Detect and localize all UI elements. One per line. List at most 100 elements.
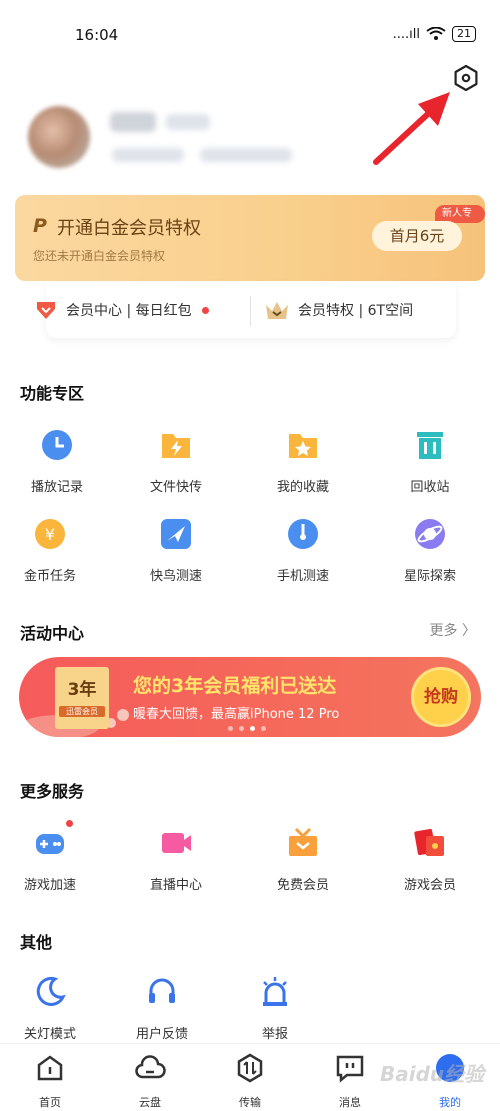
lightning-folder-icon <box>162 434 190 458</box>
signal-icon: ....ıll <box>392 26 420 42</box>
feature-label: 我的收藏 <box>276 480 329 495</box>
section-title-services: 更多服务 <box>20 782 85 801</box>
other-label: 用户反馈 <box>135 1027 188 1042</box>
crown-icon <box>266 302 288 319</box>
section-title-activity: 活动中心 <box>20 624 85 643</box>
feature-recycle-bin[interactable]: 回收站 <box>380 428 480 495</box>
other-dark-mode[interactable]: 关灯模式 <box>0 975 100 1042</box>
feature-label: 播放记录 <box>30 480 83 495</box>
headset-icon <box>149 978 175 1003</box>
home-icon <box>37 1055 63 1081</box>
service-game-vip[interactable]: 游戏会员 <box>380 826 480 893</box>
service-free-vip[interactable]: 免费会员 <box>253 826 353 893</box>
clock-icon <box>42 430 72 460</box>
feature-label: 快鸟测速 <box>149 569 202 584</box>
user-tag-blurred <box>166 114 210 130</box>
cloud-icon <box>135 1055 166 1079</box>
banner-title: 您的3年会员福利已送达 <box>133 675 337 697</box>
gamepad-icon <box>36 834 64 854</box>
status-time: 16:04 <box>75 26 119 44</box>
heart-shield-icon <box>37 302 55 319</box>
wifi-icon <box>426 27 446 40</box>
service-live-center[interactable]: 直播中心 <box>126 826 226 893</box>
feature-favorites[interactable]: 我的收藏 <box>253 428 353 495</box>
feature-bird-speedtest[interactable]: 快鸟测速 <box>126 517 226 584</box>
tab-transfer[interactable]: 传输 <box>210 1052 290 1110</box>
service-label: 游戏加速 <box>23 878 76 893</box>
service-label: 直播中心 <box>149 878 202 893</box>
feature-label: 文件快传 <box>149 480 202 495</box>
tab-label: 云盘 <box>139 1096 161 1109</box>
member-privileges-link[interactable]: 会员特权 | 6T空间 <box>264 282 413 338</box>
feature-star-explore[interactable]: 星际探索 <box>380 517 480 584</box>
coin-icon: ¥ <box>35 519 65 549</box>
promo-banner[interactable]: 3年 迅雷会员 您的3年会员福利已送达 暖春大回馈，最高赢iPhone 12 P… <box>19 657 481 737</box>
carousel-dot[interactable] <box>261 726 266 731</box>
member-strip: 会员中心 | 每日红包 会员特权 | 6T空间 <box>37 282 456 338</box>
profile-header[interactable] <box>28 100 468 190</box>
carousel-dot[interactable] <box>239 726 244 731</box>
trash-icon <box>417 432 443 459</box>
speedometer-icon <box>288 519 318 549</box>
other-label: 举报 <box>261 1027 288 1042</box>
vip-price-button[interactable]: 首月6元 <box>372 221 462 251</box>
feature-label: 手机测速 <box>276 569 329 584</box>
notification-dot <box>66 820 73 827</box>
member-center-label: 会员中心 | 每日红包 <box>66 303 192 319</box>
other-feedback[interactable]: 用户反馈 <box>112 975 212 1042</box>
notification-dot <box>201 306 209 314</box>
other-label: 关灯模式 <box>23 1027 76 1042</box>
divider <box>250 296 251 326</box>
message-icon <box>336 1055 364 1083</box>
member-privileges-label: 会员特权 | 6T空间 <box>298 303 414 319</box>
tab-label: 传输 <box>239 1096 261 1109</box>
user-info-blurred <box>112 148 184 162</box>
feature-phone-speedtest[interactable]: 手机测速 <box>253 517 353 584</box>
service-label: 免费会员 <box>276 878 329 893</box>
section-title-features: 功能专区 <box>20 384 85 403</box>
feature-play-history[interactable]: 播放记录 <box>7 428 107 495</box>
gift-box-icon <box>289 827 317 856</box>
banner-year-sub: 迅雷会员 <box>59 706 105 717</box>
battery-icon: 21 <box>452 26 476 42</box>
banner-year: 3年 <box>67 680 97 700</box>
planet-icon <box>415 519 445 549</box>
service-label: 游戏会员 <box>403 878 456 893</box>
banner-subtitle: 暖春大回馈，最高赢iPhone 12 Pro <box>133 707 340 722</box>
moon-icon <box>36 976 66 1006</box>
tab-cloud[interactable]: 云盘 <box>110 1052 190 1110</box>
username-blurred <box>110 112 156 132</box>
carousel-dot[interactable] <box>228 726 233 731</box>
watermark: Baidu经验 <box>380 1062 485 1086</box>
tab-messages[interactable]: 消息 <box>310 1052 390 1110</box>
svg-text:¥: ¥ <box>45 525 55 544</box>
buy-button[interactable]: 抢购 <box>411 667 471 727</box>
member-center-link[interactable]: 会员中心 | 每日红包 <box>34 282 209 338</box>
feature-file-transfer[interactable]: 文件快传 <box>126 428 226 495</box>
feature-coin-tasks[interactable]: ¥ 金币任务 <box>0 517 100 584</box>
tab-label: 首页 <box>39 1096 61 1109</box>
red-envelope-icon <box>414 828 444 856</box>
service-game-accelerate[interactable]: 游戏加速 <box>0 826 100 893</box>
three-year-badge: 3年 迅雷会员 <box>55 667 109 729</box>
tab-label: 我的 <box>439 1096 461 1109</box>
feature-label: 星际探索 <box>403 569 456 584</box>
section-title-other: 其他 <box>20 933 53 952</box>
other-report[interactable]: 举报 <box>225 975 325 1042</box>
status-bar: 16:04 ....ıll 21 <box>0 0 500 60</box>
vip-title: 开通白金会员特权 <box>57 218 201 239</box>
star-folder-icon <box>289 434 317 458</box>
alarm-icon <box>263 977 287 1006</box>
carousel-dots[interactable] <box>228 726 266 731</box>
avatar[interactable] <box>28 106 90 168</box>
more-link[interactable]: 更多 〉 <box>430 620 476 640</box>
carousel-dot-active[interactable] <box>250 726 255 731</box>
feature-label: 回收站 <box>410 480 450 495</box>
video-camera-icon <box>162 833 191 853</box>
user-info-blurred-2 <box>200 148 292 162</box>
tab-home[interactable]: 首页 <box>10 1052 90 1110</box>
feature-label: 金币任务 <box>23 569 76 584</box>
status-icons: ....ıll 21 <box>393 26 476 42</box>
vip-logo: P <box>33 215 47 237</box>
vip-upgrade-card[interactable]: P 开通白金会员特权 您还未开通白金会员特权 新人专享 首月6元 <box>15 195 485 281</box>
